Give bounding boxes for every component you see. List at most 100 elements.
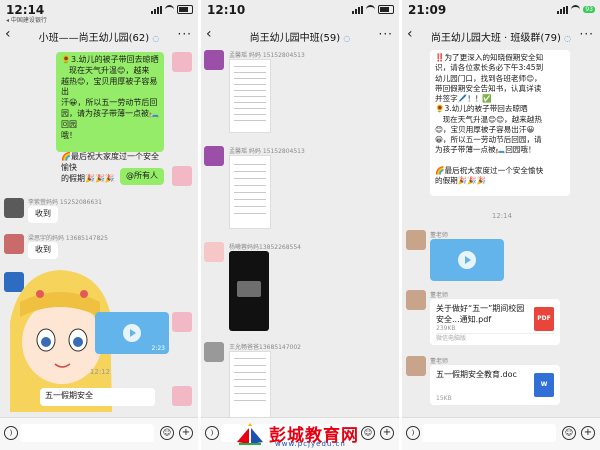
notice-line: 为孩子带薄一点被🛏️回园哦！ (435, 145, 536, 155)
avatar[interactable] (204, 50, 224, 70)
input-bar: ) ☺ + (0, 417, 198, 450)
wifi-icon (571, 5, 581, 14)
voice-icon[interactable]: ) (4, 426, 18, 440)
avatar[interactable] (204, 146, 224, 166)
more-options-icon[interactable]: ··· (580, 27, 594, 41)
reply-bubble[interactable]: 收到 (28, 206, 58, 223)
status-bar: 21:09 93 (402, 0, 600, 22)
sender-name: 李紫萱妈妈 15252086631 (28, 199, 102, 206)
emoji-icon[interactable]: ☺ (562, 426, 576, 440)
battery-icon (177, 5, 193, 14)
status-time: 12:10 (207, 3, 246, 17)
avatar[interactable] (406, 230, 426, 250)
avatar[interactable] (204, 342, 224, 362)
battery-level: 93 (583, 6, 595, 13)
signal-icon (151, 5, 162, 14)
file-message-pdf[interactable]: 关于做好“五一”期间校园安全...通知.pdf 239KB 微信电脑版 PDF (430, 299, 560, 345)
more-options-icon[interactable]: ··· (379, 27, 393, 41)
document-image[interactable] (229, 351, 271, 419)
word-file-icon: W (534, 373, 554, 397)
notice-line: 并签字🖊️！！✅ (435, 94, 492, 103)
more-options-icon[interactable]: ··· (178, 27, 192, 41)
avatar[interactable] (172, 166, 192, 186)
nav-bar: ‹ 尚王幼儿园大班 · 班级群(79) ◌ ··· (402, 24, 600, 48)
avatar[interactable] (172, 386, 192, 406)
sender-name: 董老师 (430, 232, 449, 239)
message-list[interactable]: 🌻3.幼儿的被子带回去晾晒 现在天气升温😊，越来 越热😊，宝贝用厚被子容易出 汗… (0, 50, 198, 418)
avatar[interactable] (172, 52, 192, 72)
avatar[interactable] (4, 234, 24, 254)
notice-line: 现在天气升温😊，越来 (61, 65, 150, 75)
file-source: 微信电脑版 (436, 335, 467, 342)
message-list[interactable]: ‼️为了更深入的知晓假期安全知 识，请各位家长务必下午3:45到 幼儿园门口，找… (402, 50, 600, 418)
notice-line (435, 156, 565, 166)
battery-icon (378, 5, 394, 14)
plus-icon[interactable]: + (179, 426, 193, 440)
chat-screen-large-class: 21:09 93 ‹ 尚王幼儿园大班 · 班级群(79) ◌ ··· ‼️为了更… (402, 0, 600, 450)
notice-line: 🌻3.幼儿的被子带回去晾晒 (435, 104, 528, 114)
site-watermark: 彭城教育网 www.pcjyedu.cn (235, 420, 445, 450)
chat-title: 尚王幼儿园大班 · 班级群(79) (430, 33, 561, 44)
notice-bubble[interactable]: 🌻3.幼儿的被子带回去晾晒 现在天气升温😊，越来 越热😊，宝贝用厚被子容易出 汗… (56, 52, 164, 183)
video-message[interactable] (430, 239, 504, 281)
carrier-label: ◂ 中国建设银行 (6, 17, 47, 24)
avatar[interactable] (406, 356, 426, 376)
sender-name: 孟馨瑶 妈妈 15152804513 (229, 148, 305, 155)
chat-title: 尚王幼儿园中班(59) (249, 33, 341, 44)
sender-name: 董老师 (430, 292, 449, 299)
file-message-doc[interactable]: 五一假期安全教育.doc 15KB W (430, 365, 560, 405)
file-name: 五一假期安全教育.doc (436, 370, 517, 379)
status-bar: 12:10 (201, 0, 399, 22)
watermark-url: www.pcjyedu.cn (275, 440, 346, 448)
reply-bubble[interactable]: 收到 (28, 242, 58, 259)
nav-bar: ‹ 尚王幼儿园中班(59) ◌ ··· (201, 24, 399, 48)
last-message[interactable]: 五一假期安全 (40, 388, 155, 406)
video-message[interactable]: 2:23 (95, 312, 169, 354)
play-icon[interactable] (458, 251, 476, 269)
video-thumbnail[interactable] (229, 251, 269, 331)
notice-line: 园，请为孩子带薄一点被🛏️回园 (61, 108, 159, 129)
notice-line: 哦！ (61, 130, 77, 140)
plus-icon[interactable]: + (581, 426, 595, 440)
sender-name: 梁思宇的妈妈 13685147825 (28, 235, 108, 242)
chat-title: 小班——尚王幼儿园(62) (38, 33, 150, 44)
video-duration: 2:23 (151, 345, 165, 352)
avatar[interactable] (204, 242, 224, 262)
sender-name: 杨曦蓉妈妈13852268554 (229, 244, 301, 251)
document-image[interactable] (229, 155, 271, 229)
timestamp: 12:12 (89, 368, 111, 376)
signal-icon (352, 5, 363, 14)
notice-line: 🌻3.幼儿的被子带回去晾晒 (61, 55, 159, 64)
emoji-icon[interactable]: ☺ (160, 426, 174, 440)
nav-bar: ‹ 小班——尚王幼儿园(62) ◌ ··· (0, 24, 198, 48)
file-name: 关于做好“五一”期间校园安全...通知.pdf (436, 304, 525, 324)
sender-name: 孟馨瑶 妈妈 15152804513 (229, 52, 305, 59)
notice-line: 越热😊，宝贝用厚被子容易出 (61, 76, 158, 97)
notice-line: 😊，宝贝用厚被子容易出汗😀 (435, 124, 535, 134)
notice-line: 带回假期安全告知书，认真详读 (435, 83, 542, 93)
book-logo-icon (237, 423, 263, 445)
play-icon[interactable] (123, 324, 141, 342)
notice-line: 的假期🎉🎉🎉 (435, 176, 487, 185)
mention-bubble[interactable]: @所有人 (120, 168, 164, 185)
message-list[interactable]: 孟馨瑶 妈妈 15152804513 孟馨瑶 妈妈 15152804513 杨曦… (201, 50, 399, 419)
notice-line: ‼️为了更深入的知晓假期安全知 (435, 53, 544, 62)
notice-line: 幼儿园门口，找到各班老师😊， (435, 73, 542, 83)
wifi-icon (366, 5, 375, 14)
notice-line: 😀，所以五一劳动节后回园，请 (435, 135, 542, 144)
avatar[interactable] (406, 290, 426, 310)
mute-icon: ◌ (564, 34, 572, 43)
voice-icon[interactable]: ) (205, 426, 219, 440)
status-bar: 12:14 ◂ 中国建设银行 (0, 0, 198, 24)
document-image[interactable] (229, 59, 271, 133)
file-size: 15KB (436, 395, 452, 402)
notice-line (61, 141, 159, 152)
avatar[interactable] (172, 312, 192, 332)
avatar[interactable] (4, 198, 24, 218)
notice-bubble[interactable]: ‼️为了更深入的知晓假期安全知 识，请各位家长务必下午3:45到 幼儿园门口，找… (430, 50, 570, 196)
chat-screen-small-class: 12:14 ◂ 中国建设银行 ‹ 小班——尚王幼儿园(62) ◌ ··· 🌻3.… (0, 0, 198, 450)
message-input[interactable] (20, 424, 154, 442)
notice-line: 🌈最后祝大家度过一个安全愉快 (435, 165, 544, 175)
status-time: 21:09 (408, 3, 447, 17)
notice-line: 识，请各位家长务必下午3:45到 (435, 63, 544, 73)
